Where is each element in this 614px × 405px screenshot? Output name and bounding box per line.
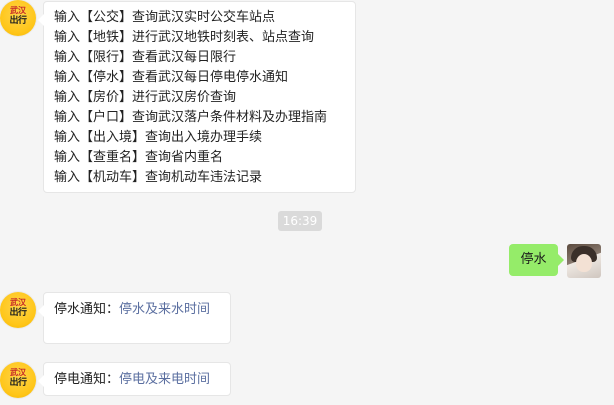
avatar-text-line1: 武汉	[10, 298, 26, 307]
water-notice-bubble[interactable]: 停水通知：停水及来水时间	[38, 292, 231, 344]
user-message-bubble[interactable]: 停水	[509, 244, 564, 276]
menu-line: 输入【限行】查看武汉每日限行	[54, 50, 237, 65]
menu-line: 输入【出入境】查询出入境办理手续	[54, 130, 263, 145]
bot-avatar[interactable]: 武汉 出行	[0, 362, 36, 398]
message-timestamp: 16:39	[278, 211, 322, 231]
notice-label: 停电通知：	[54, 372, 120, 387]
menu-line: 输入【地铁】进行武汉地铁时刻表、站点查询	[54, 30, 315, 45]
avatar-text-line2: 出行	[9, 16, 27, 26]
avatar-text-line1: 武汉	[10, 6, 26, 15]
menu-message-bubble[interactable]: 输入【公交】查询武汉实时公交车站点 输入【地铁】进行武汉地铁时刻表、站点查询 输…	[38, 1, 356, 193]
menu-line: 输入【查重名】查询省内重名	[54, 150, 224, 165]
menu-line: 输入【公交】查询武汉实时公交车站点	[54, 10, 276, 25]
water-time-link[interactable]: 停水及来水时间	[119, 302, 210, 317]
avatar-text-line2: 出行	[9, 308, 27, 318]
avatar-text-line2: 出行	[9, 378, 27, 388]
bot-avatar[interactable]: 武汉 出行	[0, 292, 36, 328]
power-notice-bubble[interactable]: 停电通知：停电及来电时间	[38, 362, 231, 396]
menu-line: 输入【停水】查看武汉每日停电停水通知	[54, 70, 289, 85]
menu-line: 输入【房价】进行武汉房价查询	[54, 90, 237, 105]
user-avatar[interactable]	[567, 244, 601, 278]
notice-label: 停水通知：	[54, 302, 120, 317]
power-time-link[interactable]: 停电及来电时间	[119, 372, 210, 387]
avatar-face	[576, 254, 592, 272]
chat-window: 武汉 出行 输入【公交】查询武汉实时公交车站点 输入【地铁】进行武汉地铁时刻表、…	[0, 0, 614, 405]
menu-line: 输入【机动车】查询机动车违法记录	[54, 170, 263, 185]
bot-avatar[interactable]: 武汉 出行	[0, 0, 36, 36]
avatar-text-line1: 武汉	[10, 368, 26, 377]
menu-line: 输入【户口】查询武汉落户条件材料及办理指南	[54, 110, 328, 125]
